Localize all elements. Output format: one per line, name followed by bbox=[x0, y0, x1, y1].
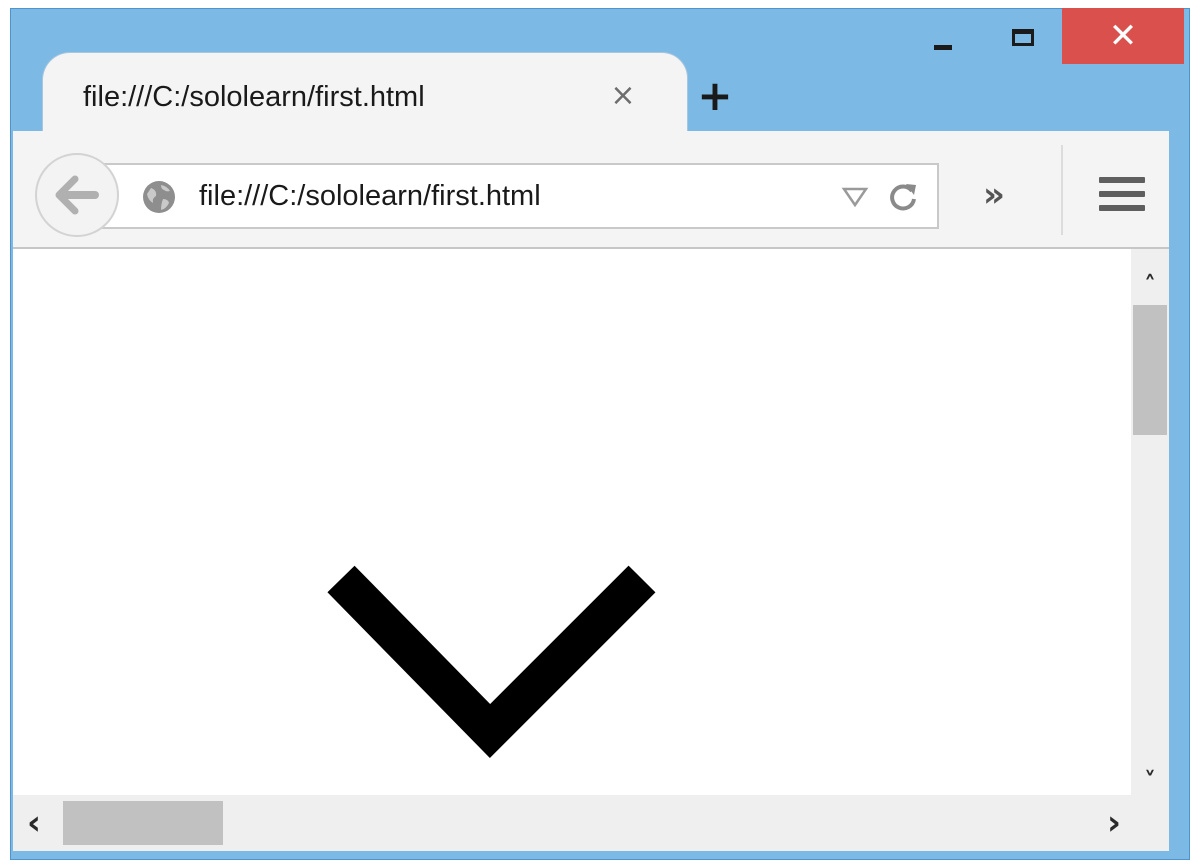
overflow-chevrons-button[interactable]: » bbox=[983, 175, 1005, 215]
dropdown-triangle-icon[interactable] bbox=[841, 185, 869, 209]
tab-title: file:///C:/sololearn/first.html bbox=[83, 81, 425, 113]
horizontal-scroll-thumb[interactable] bbox=[63, 801, 223, 845]
minimize-icon bbox=[934, 44, 952, 50]
tab-active[interactable]: file:///C:/sololearn/first.html × bbox=[42, 52, 688, 140]
navigation-toolbar: file:///C:/sololearn/first.html » bbox=[13, 131, 1169, 249]
new-tab-button[interactable]: + bbox=[690, 70, 740, 120]
back-button[interactable] bbox=[35, 153, 119, 237]
vertical-scroll-thumb[interactable] bbox=[1133, 305, 1167, 435]
scroll-left-icon[interactable]: ‹ bbox=[15, 803, 53, 843]
chevron-down-shape bbox=[327, 565, 656, 759]
minimize-button[interactable] bbox=[918, 8, 968, 66]
horizontal-scrollbar[interactable]: ‹ › bbox=[13, 795, 1131, 851]
close-window-button[interactable]: ✕ bbox=[1062, 8, 1184, 64]
reload-icon[interactable] bbox=[885, 179, 921, 215]
hamburger-menu-icon[interactable] bbox=[1099, 177, 1147, 217]
tab-close-icon[interactable]: × bbox=[603, 75, 643, 115]
scroll-down-icon[interactable]: ˅ bbox=[1131, 763, 1169, 799]
vertical-scrollbar[interactable]: ˄ ˅ bbox=[1131, 249, 1169, 795]
globe-icon bbox=[143, 181, 175, 213]
scrollbar-corner bbox=[1131, 795, 1169, 851]
url-text[interactable]: file:///C:/sololearn/first.html bbox=[199, 180, 541, 213]
scroll-right-icon[interactable]: › bbox=[1095, 803, 1133, 843]
maximize-icon bbox=[1012, 28, 1034, 46]
back-arrow-icon bbox=[55, 175, 99, 215]
close-icon: ✕ bbox=[1108, 16, 1138, 56]
url-bar[interactable]: file:///C:/sololearn/first.html bbox=[99, 163, 939, 229]
maximize-button[interactable] bbox=[998, 8, 1048, 66]
toolbar-separator bbox=[1061, 145, 1063, 235]
scroll-up-icon[interactable]: ˄ bbox=[1131, 267, 1169, 303]
page-content bbox=[13, 249, 1131, 795]
